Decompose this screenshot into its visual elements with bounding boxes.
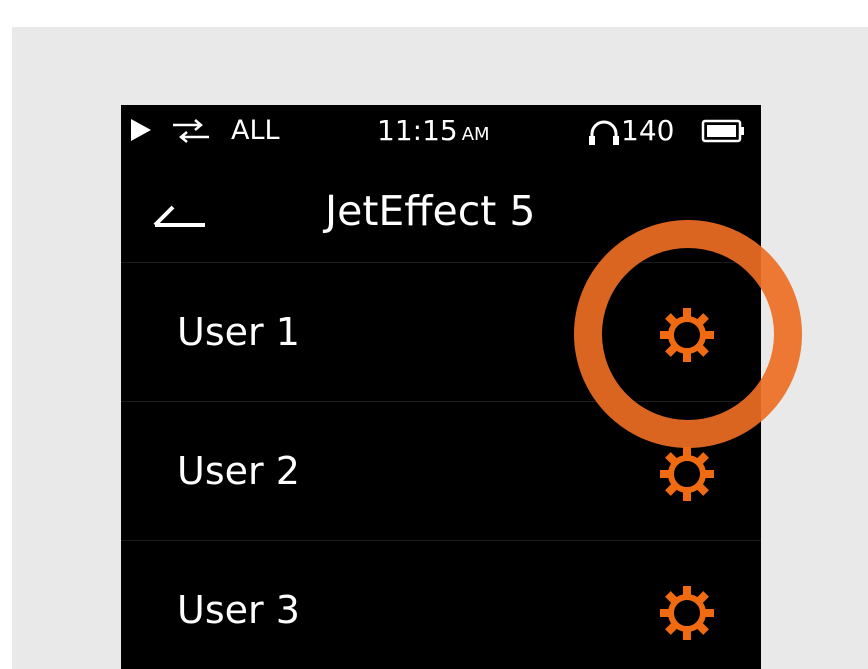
- gear-icon[interactable]: [657, 305, 717, 365]
- repeat-mode-label: ALL: [231, 115, 280, 146]
- clock-time: 11:15: [377, 114, 458, 147]
- list-item-user-2[interactable]: User 2: [121, 402, 761, 541]
- list-item-label: User 1: [177, 310, 300, 354]
- device-screen: ALL 11:15 AM 140 JetEffect 5 User 1 User …: [121, 105, 761, 669]
- gear-icon[interactable]: [657, 583, 717, 643]
- battery-icon: [701, 119, 744, 143]
- list-item-user-3[interactable]: User 3: [121, 541, 761, 669]
- headphone-icon: [589, 120, 619, 145]
- back-icon[interactable]: [151, 197, 211, 233]
- gear-icon[interactable]: [657, 444, 717, 504]
- volume-level: 140: [621, 114, 675, 147]
- list-item-user-1[interactable]: User 1: [121, 263, 761, 402]
- status-bar: ALL 11:15 AM 140: [121, 105, 761, 157]
- page-title: JetEffect 5: [325, 187, 536, 235]
- play-icon: [131, 119, 151, 141]
- repeat-icon: [173, 119, 209, 143]
- list-item-label: User 3: [177, 588, 300, 632]
- user-list: User 1 User 2 User 3: [121, 263, 761, 669]
- clock-ampm: AM: [461, 124, 490, 145]
- list-item-label: User 2: [177, 449, 300, 493]
- clock: 11:15 AM: [377, 113, 490, 153]
- header: JetEffect 5: [121, 157, 761, 263]
